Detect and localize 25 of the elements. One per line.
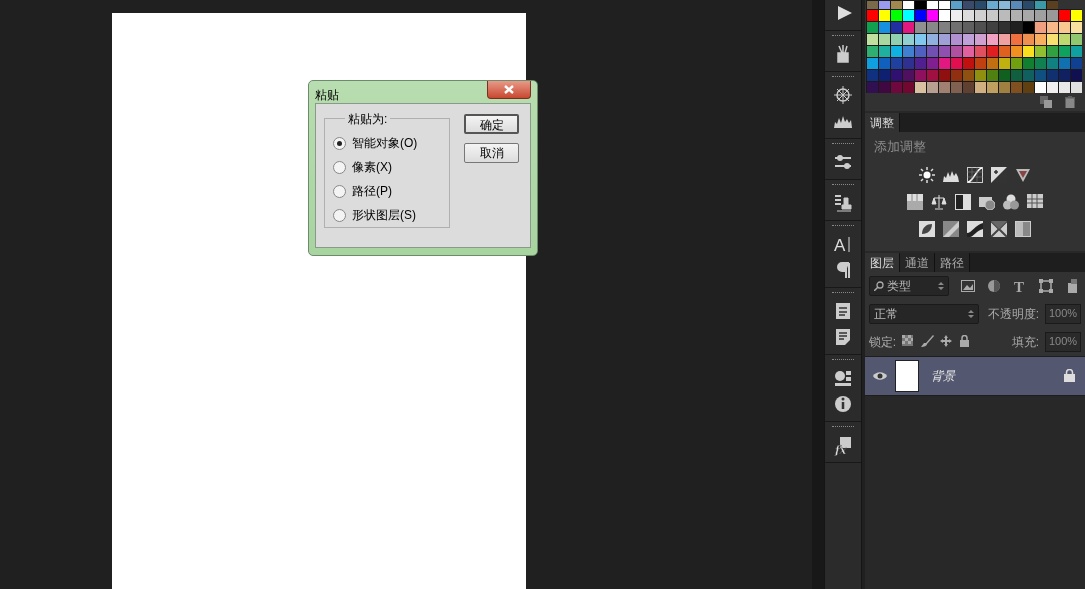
filter-label: 类型 [886, 278, 911, 293]
cancel-button[interactable]: 取消 [464, 143, 519, 163]
panel-tab[interactable]: 调整 [864, 113, 900, 132]
blend-mode-dropdown[interactable]: 正常 [868, 303, 979, 324]
option-label: 智能对象(O) [352, 135, 418, 152]
opacity-label: 不透明度: [987, 305, 1039, 323]
panel-tab[interactable]: 图层 [864, 252, 900, 272]
filter-dropdown[interactable]: 类型 [868, 275, 949, 296]
panel-tab[interactable]: 通道 [899, 252, 935, 272]
option-label: 路径(P) [352, 183, 392, 200]
panel-heading: 添加调整 [872, 138, 927, 156]
layer-row[interactable]: 背景 [864, 355, 1085, 396]
layer-name: 背景 [930, 367, 957, 385]
group-label: 粘贴为: [345, 110, 391, 128]
lock-label: 锁定: [868, 333, 896, 351]
type-filter-icon[interactable]: T [1012, 278, 1027, 293]
dialog-title: 粘贴 [315, 87, 339, 104]
ok-button[interactable]: 确定 [464, 114, 519, 134]
fill-field[interactable]: 100% [1045, 331, 1081, 352]
panel-tab[interactable]: 路径 [934, 252, 970, 272]
option-label: 形状图层(S) [352, 207, 416, 224]
fill-label: 填充: [1011, 333, 1039, 351]
blend-mode-label: 正常 [873, 305, 898, 323]
option-label: 像素(X) [352, 159, 392, 176]
opacity-field[interactable]: 100% [1045, 303, 1081, 324]
